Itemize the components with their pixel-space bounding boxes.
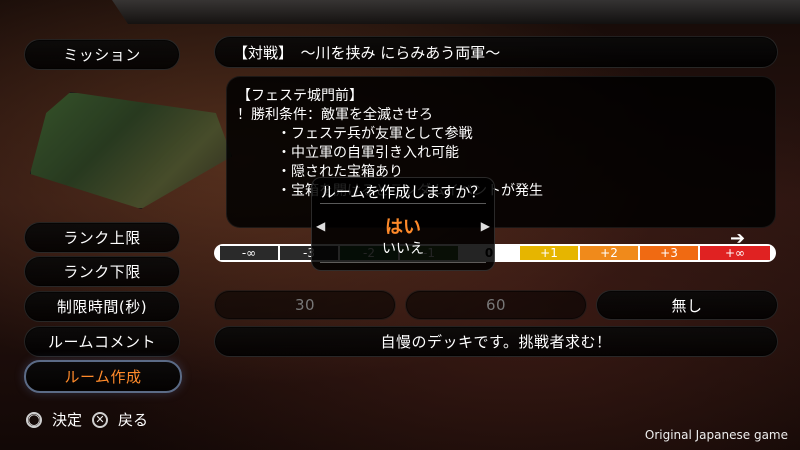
time-option-30[interactable]: 30 (214, 290, 396, 320)
rank-seg-pos3: +3 (640, 246, 698, 260)
sidebar-item-label: 制限時間(秒) (56, 298, 148, 316)
dialog-yes-button[interactable]: はい (312, 213, 494, 239)
room-comment-field[interactable]: 自慢のデッキです。挑戦者求む！ (214, 326, 778, 357)
sidebar-item-label: ミッション (63, 46, 141, 64)
time-option-60[interactable]: 60 (405, 290, 587, 320)
time-option-label: 60 (485, 296, 507, 314)
confirm-hint: 決定 (52, 411, 83, 429)
time-option-label: 無し (671, 296, 703, 315)
sidebar-item-label: ルーム作成 (64, 368, 142, 386)
rank-seg-neg-inf: -∞ (220, 246, 278, 260)
time-option-none[interactable]: 無し (596, 290, 778, 320)
rank-seg-pos2: +2 (580, 246, 638, 260)
description-line: ・フェステ兵が友軍として参戦 (277, 126, 473, 142)
sidebar-item-mission[interactable]: ミッション (24, 39, 180, 70)
right-arrow-icon: ➔ (730, 228, 746, 249)
sidebar-item-label: ランク上限 (63, 229, 141, 247)
rank-label: +1 (540, 246, 558, 260)
time-option-label: 30 (294, 296, 316, 314)
rank-scale[interactable]: -∞ -3 -2 -1 0 +1 +2 +3 +∞ (214, 244, 776, 262)
sidebar-item-label: ランク下限 (63, 263, 141, 281)
sidebar-item-room-comment[interactable]: ルームコメント (24, 326, 180, 357)
sidebar-item-rank-lower[interactable]: ランク下限 (24, 256, 180, 287)
mission-title: 【対戦】 〜川を挟み にらみあう両軍〜 (233, 44, 501, 62)
mission-title-bar: 【対戦】 〜川を挟み にらみあう両軍〜 (214, 36, 778, 68)
divider (320, 262, 486, 263)
sidebar-item-label: ルームコメント (47, 333, 157, 351)
back-hint: 戻る (118, 411, 149, 429)
rank-label: +3 (660, 246, 678, 260)
description-line: ！勝利条件：敵軍を全滅させろ (237, 107, 433, 123)
sidebar-item-rank-upper[interactable]: ランク上限 (24, 222, 180, 253)
divider (320, 203, 486, 204)
footer-hints: ◯ 決定 ✕ 戻る (26, 409, 148, 430)
sidebar-item-time-limit[interactable]: 制限時間(秒) (24, 291, 180, 322)
confirm-dialog: ルームを作成しますか？ ◀ ▶ はい いいえ (311, 177, 495, 271)
description-line: 【フェステ城門前】 (237, 88, 363, 104)
description-line: ・中立軍の自軍引き入れ可能 (277, 145, 459, 161)
rank-seg-pos1: +1 (520, 246, 578, 260)
sidebar-item-create-room[interactable]: ルーム作成 (24, 360, 182, 393)
watermark-note: Original Japanese game (644, 428, 788, 442)
circle-button-icon: ◯ (26, 411, 42, 428)
dialog-no-button[interactable]: いいえ (312, 238, 494, 258)
mission-description: 【フェステ城門前】 ！勝利条件：敵軍を全滅させろ ・フェステ兵が友軍として参戦 … (226, 76, 776, 228)
rank-label: -∞ (241, 246, 257, 260)
cross-button-icon: ✕ (92, 411, 109, 428)
rank-label: +2 (600, 246, 618, 260)
room-comment-value: 自慢のデッキです。挑戦者求む！ (380, 333, 612, 351)
dialog-title: ルームを作成しますか？ (320, 183, 486, 201)
